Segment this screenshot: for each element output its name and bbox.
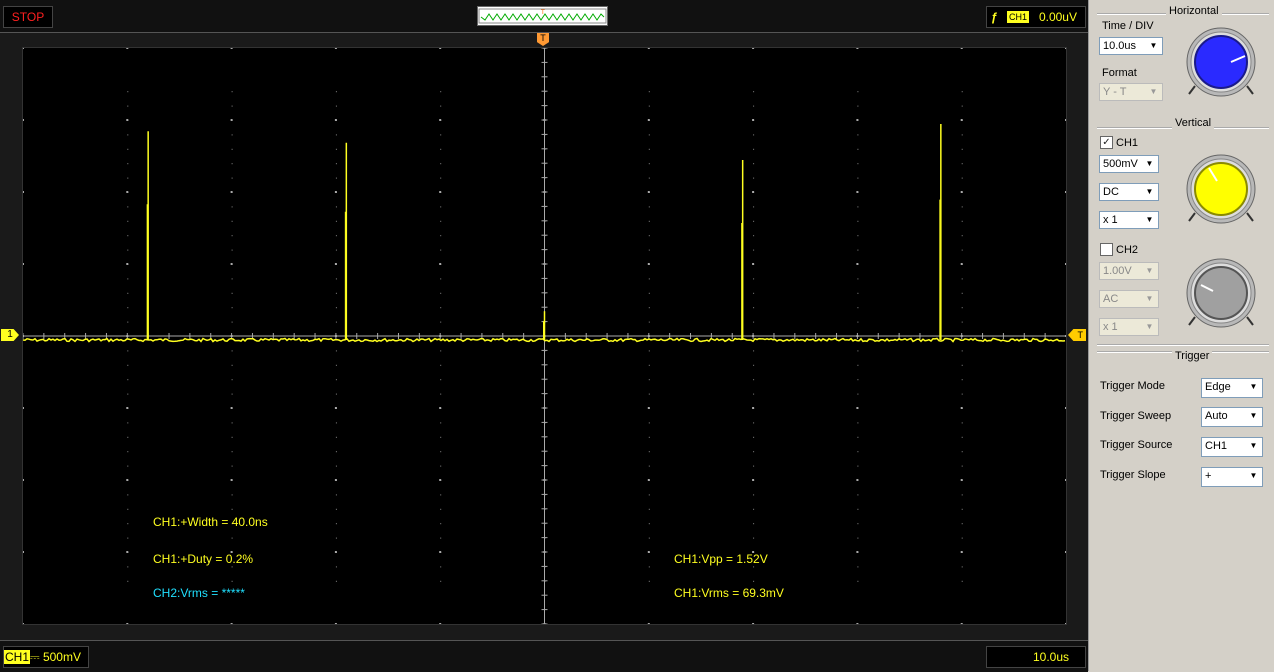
ch2-probe-select[interactable]: x 1 ▼ (1099, 318, 1159, 336)
trigger-slope-select[interactable]: + ▼ (1201, 467, 1263, 487)
ch1-coupling-value: DC (1103, 186, 1119, 198)
measurement-pos-width: CH1:+Width = 40.0ns (153, 515, 268, 529)
overview-trigger-label: T (540, 9, 545, 16)
trigger-mode-value: Edge (1205, 381, 1231, 393)
chevron-down-icon: ▼ (1149, 87, 1158, 96)
trigger-source-value: CH1 (1205, 440, 1228, 452)
ch1-volts-knob-icon[interactable] (1185, 153, 1257, 225)
chevron-down-icon: ▼ (1249, 441, 1258, 450)
trigger-mode-select[interactable]: Edge ▼ (1201, 378, 1263, 398)
ch2-probe-value: x 1 (1103, 321, 1118, 333)
trigger-sweep-value: Auto (1205, 410, 1228, 422)
trigger-channel-tag: CH1 (1007, 11, 1030, 23)
ch2-volts-select[interactable]: 1.00V ▼ (1099, 262, 1159, 280)
ch1-waveform (23, 124, 1066, 343)
waveform-overview[interactable]: T (477, 6, 608, 26)
trigger-mode-label: Trigger Mode (1100, 380, 1166, 392)
ch1-ground-marker[interactable]: 1 (1, 329, 19, 341)
trigger-source-label: Trigger Source (1100, 439, 1173, 451)
run-stop-button[interactable]: STOP (3, 6, 53, 28)
ch1-probe-value: x 1 (1103, 214, 1118, 226)
trigger-sweep-select[interactable]: Auto ▼ (1201, 407, 1263, 427)
measurement-pos-duty: CH1:+Duty = 0.2% (153, 552, 254, 566)
chevron-down-icon: ▼ (1145, 159, 1154, 168)
chevron-down-icon: ▼ (1145, 266, 1154, 275)
ch1-volts-div: 500mV (42, 650, 81, 664)
format-value: Y - T (1103, 86, 1127, 98)
ch1-volts-value: 500mV (1103, 158, 1138, 170)
ch2-volts-knob-icon[interactable] (1185, 257, 1257, 329)
ch1-label: CH1 (1116, 137, 1139, 149)
time-div-value: 10.0us (1103, 40, 1137, 52)
overview-wave-icon: T (478, 8, 607, 24)
control-panel: Horizontal Time / DIV 10.0us ▼ Format Y -… (1088, 0, 1274, 671)
chevron-down-icon: ▼ (1145, 294, 1154, 303)
trigger-source-select[interactable]: CH1 ▼ (1201, 437, 1263, 457)
ch1-coupling-select[interactable]: DC ▼ (1099, 183, 1159, 201)
bottom-status-bar: CH1⎓ 500mV Time 10.0us (0, 640, 1088, 672)
time-div-label: Time / DIV (1102, 20, 1154, 32)
trigger-title: Trigger (1172, 350, 1213, 362)
ch1-probe-select[interactable]: x 1 ▼ (1099, 211, 1159, 229)
format-label: Format (1102, 67, 1137, 79)
rising-edge-icon: ƒ (991, 10, 998, 24)
trigger-slope-value: + (1205, 470, 1212, 482)
ch1-tag: CH1 (4, 650, 31, 664)
time-div-select[interactable]: 10.0us ▼ (1099, 37, 1163, 55)
chevron-down-icon: ▼ (1145, 322, 1154, 331)
ch1-volts-select[interactable]: 500mV ▼ (1099, 155, 1159, 173)
waveform-screen[interactable]: CH1:+Width = 40.0ns CH1:+Duty = 0.2% CH2… (22, 47, 1067, 625)
chevron-down-icon: ▼ (1249, 382, 1258, 391)
ch1-checkbox[interactable]: ✓ (1100, 136, 1113, 149)
ch2-volts-value: 1.00V (1103, 265, 1132, 277)
ch2-label: CH2 (1116, 244, 1139, 256)
ch2-coupling-value: AC (1103, 293, 1119, 305)
dc-coupling-icon: ⎓ (30, 650, 40, 664)
trigger-top-line (1097, 344, 1269, 346)
chevron-down-icon: ▼ (1149, 41, 1158, 50)
time-value: 10.0us (1032, 650, 1069, 664)
time-label: Time (990, 651, 1015, 663)
ch1-scale-readout: CH1⎓ 500mV (3, 646, 89, 668)
ch2-checkbox[interactable] (1100, 243, 1113, 256)
chevron-down-icon: ▼ (1145, 215, 1154, 224)
scope-display-area: STOP T ƒ CH1 0.00uV T 1 T CH1:+Width = 4… (0, 0, 1088, 672)
trigger-position-marker[interactable]: T (537, 33, 549, 46)
chevron-down-icon: ▼ (1249, 411, 1258, 420)
top-status-bar: STOP T ƒ CH1 0.00uV (0, 0, 1088, 33)
trigger-status: ƒ CH1 0.00uV (986, 6, 1086, 28)
measurement-ch1-vrms: CH1:Vrms = 69.3mV (674, 586, 784, 600)
horizontal-title: Horizontal (1166, 5, 1222, 17)
measurement-ch2-vrms: CH2:Vrms = ***** (153, 586, 245, 600)
vertical-title: Vertical (1172, 117, 1215, 129)
trigger-level-value: 0.00uV (1038, 10, 1077, 24)
ch2-coupling-select[interactable]: AC ▼ (1099, 290, 1159, 308)
format-select[interactable]: Y - T ▼ (1099, 83, 1163, 101)
measurement-vpp: CH1:Vpp = 1.52V (674, 552, 768, 566)
chevron-down-icon: ▼ (1145, 187, 1154, 196)
chevron-down-icon: ▼ (1249, 471, 1258, 480)
horizontal-knob-icon[interactable] (1185, 26, 1257, 98)
trigger-level-marker[interactable]: T (1068, 329, 1086, 341)
trigger-sweep-label: Trigger Sweep (1100, 410, 1172, 422)
timebase-readout: Time 10.0us (986, 646, 1086, 668)
trigger-slope-label: Trigger Slope (1100, 469, 1166, 481)
